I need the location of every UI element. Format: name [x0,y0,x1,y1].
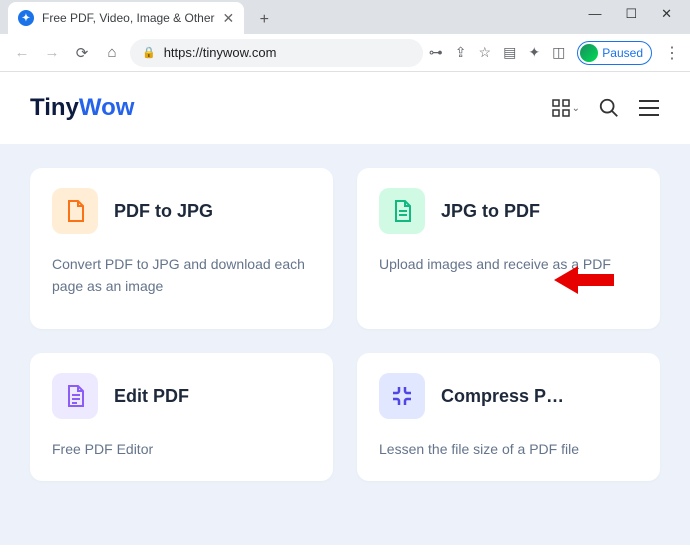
site-header: TinyWow ⌄ [0,72,690,144]
reading-list-icon[interactable]: ▤ [503,44,516,61]
grid-icon [552,99,570,117]
logo-wow: Wow [79,94,135,121]
file-icon [52,188,98,234]
profile-button[interactable]: Paused [577,41,652,65]
tab-title: Free PDF, Video, Image & Other [42,11,215,25]
apps-grid-button[interactable]: ⌄ [552,99,580,117]
card-description: Lessen the file size of a PDF file [379,439,638,461]
close-window-button[interactable]: ✕ [661,6,672,22]
edit-document-icon [52,373,98,419]
chevron-down-icon: ⌄ [572,103,580,114]
share-icon[interactable]: ⇪ [455,44,467,61]
bookmark-icon[interactable]: ☆ [479,44,492,61]
lock-icon: 🔒 [142,46,156,59]
card-pdf-to-jpg[interactable]: PDF to JPG Convert PDF to JPG and downlo… [30,168,333,329]
card-title: PDF to JPG [114,201,213,222]
sidepanel-icon[interactable]: ◫ [552,44,565,61]
browser-toolbar: ← → ⟳ ⌂ 🔒 https://tinywow.com ⊶ ⇪ ☆ ▤ ✦ … [0,34,690,72]
card-compress-pdf[interactable]: Compress P… Lessen the file size of a PD… [357,353,660,481]
url-text: https://tinywow.com [164,45,277,60]
annotation-arrow [554,262,614,298]
card-edit-pdf[interactable]: Edit PDF Free PDF Editor [30,353,333,481]
home-button[interactable]: ⌂ [100,41,124,65]
card-title: Edit PDF [114,386,189,407]
forward-button[interactable]: → [40,41,64,65]
close-tab-icon[interactable]: ✕ [223,10,235,27]
logo-tiny: Tiny [30,94,79,121]
favicon-icon: ✦ [18,10,34,26]
key-icon[interactable]: ⊶ [429,44,443,61]
minimize-button[interactable]: — [588,6,601,22]
maximize-button[interactable]: ☐ [625,6,637,22]
back-button[interactable]: ← [10,41,34,65]
search-button[interactable] [598,97,620,119]
reload-button[interactable]: ⟳ [70,41,94,65]
browser-tab[interactable]: ✦ Free PDF, Video, Image & Other ✕ [8,2,244,34]
extensions-icon[interactable]: ✦ [528,44,540,61]
content-area: PDF to JPG Convert PDF to JPG and downlo… [0,144,690,545]
browser-menu-button[interactable]: ⋮ [664,43,680,63]
menu-button[interactable] [638,99,660,117]
document-icon [379,188,425,234]
card-title: Compress P… [441,386,564,407]
card-title: JPG to PDF [441,201,540,222]
card-description: Convert PDF to JPG and download each pag… [52,254,311,297]
new-tab-button[interactable]: + [250,6,278,34]
logo[interactable]: TinyWow [30,94,134,122]
address-bar[interactable]: 🔒 https://tinywow.com [130,39,423,67]
card-jpg-to-pdf[interactable]: JPG to PDF Upload images and receive as … [357,168,660,329]
avatar-icon [580,44,598,62]
card-description: Free PDF Editor [52,439,311,461]
paused-label: Paused [602,46,643,60]
page-viewport: TinyWow ⌄ PDF to JPG Convert PDF to JPG … [0,72,690,545]
compress-icon [379,373,425,419]
